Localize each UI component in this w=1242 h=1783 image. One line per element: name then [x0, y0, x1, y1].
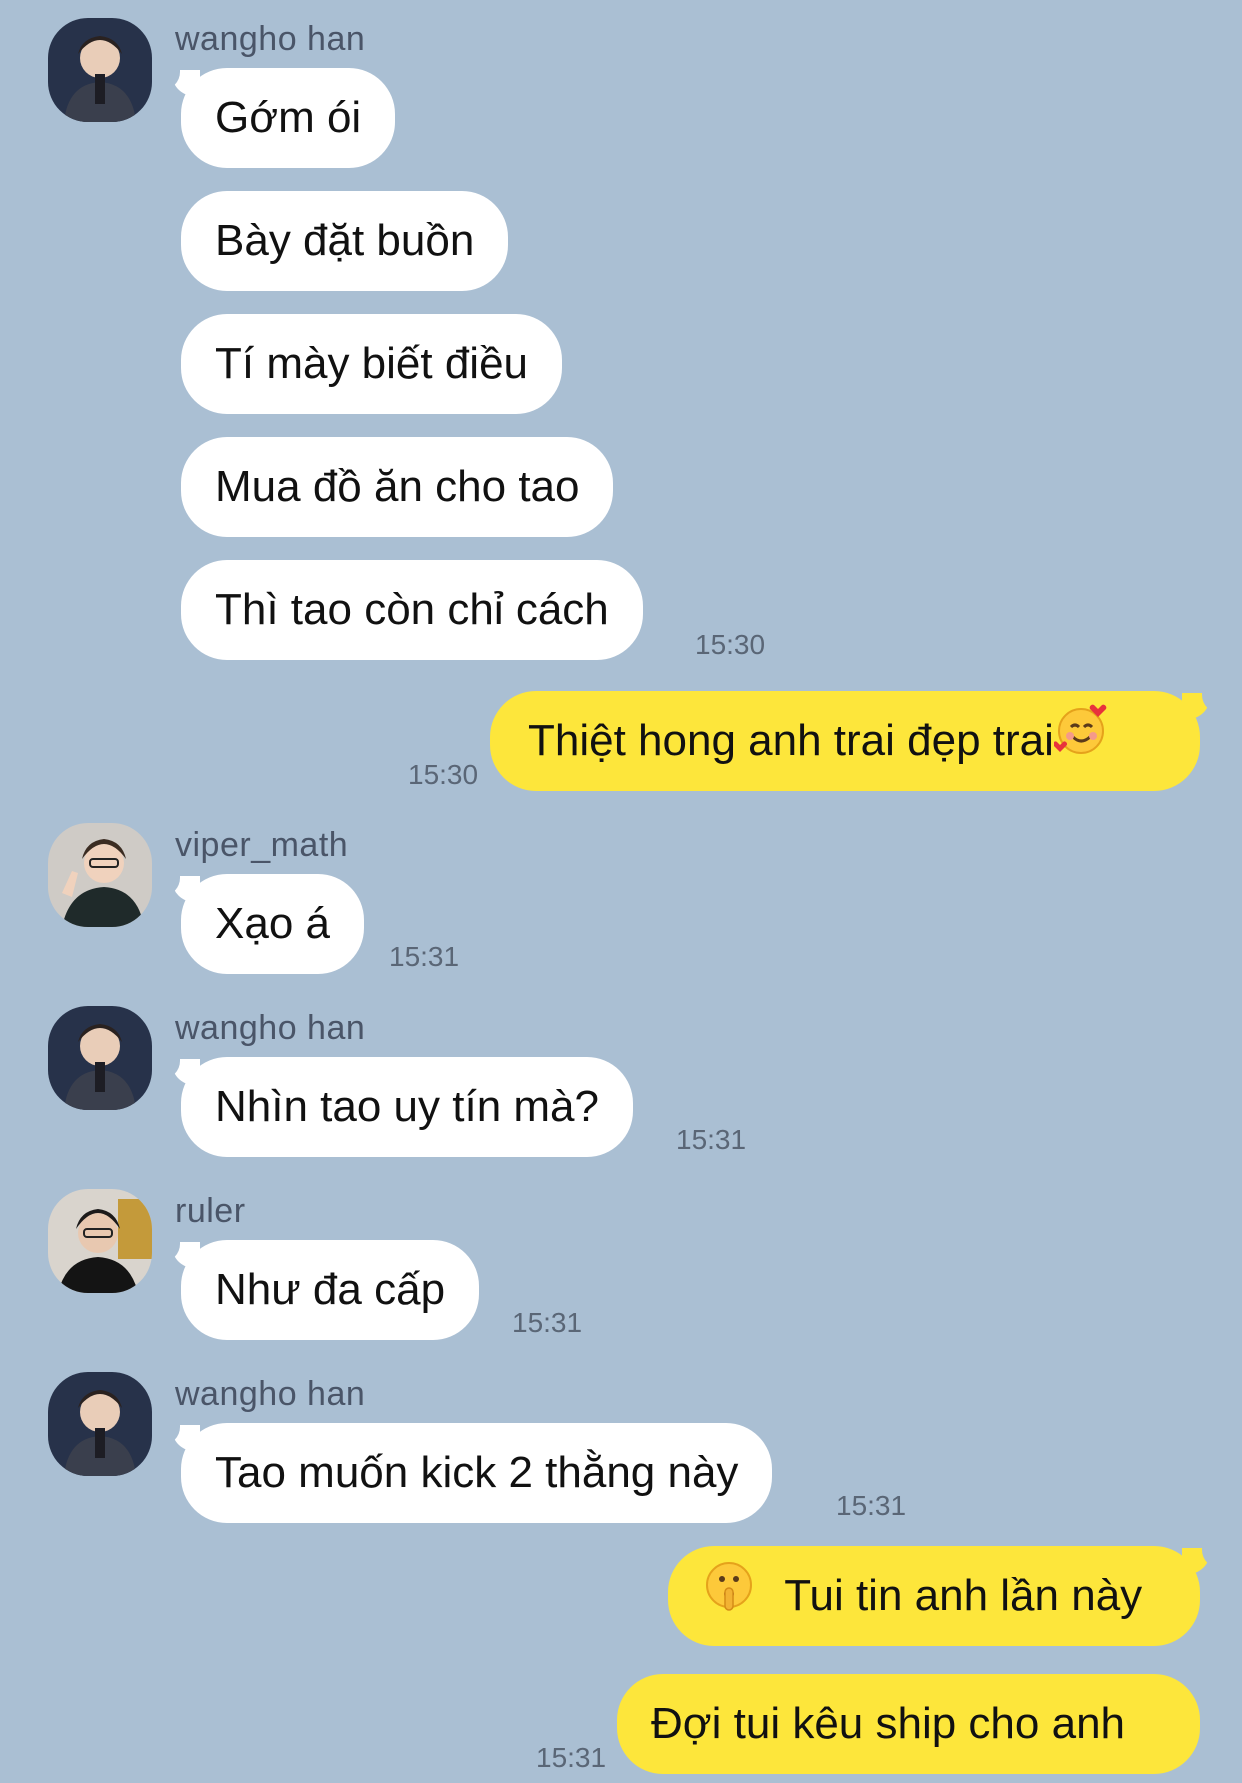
avatar-wangho-han[interactable]	[48, 1372, 152, 1476]
wangho-avatar-icon	[48, 18, 152, 122]
sender-name: wangho han	[175, 1375, 366, 1413]
message-text: Tui tin anh lần này	[784, 1571, 1143, 1620]
avatar-viper-math[interactable]	[48, 823, 152, 927]
bubble-tail	[1182, 687, 1224, 719]
bubble-tail	[1182, 1542, 1224, 1574]
viper-avatar-icon	[48, 823, 152, 927]
avatar-wangho-han[interactable]	[48, 18, 152, 122]
message-bubble[interactable]: Bày đặt buồn	[181, 191, 509, 291]
message-time: 15:31	[389, 941, 460, 972]
message-text: Thiệt hong anh trai đẹp trai	[528, 716, 1054, 765]
sender-name: ruler	[175, 1192, 246, 1230]
message-time: 15:31	[836, 1490, 907, 1521]
shushing-face-icon	[702, 1548, 756, 1648]
avatar-wangho-han[interactable]	[48, 1006, 152, 1110]
chat-thread: wangho han Gớm ói Bày đặt buồn Tí mày bi…	[0, 0, 1242, 1783]
wangho-avatar-icon	[48, 1006, 152, 1110]
message-time: 15:31	[512, 1307, 583, 1338]
message-bubble[interactable]: Nhìn tao uy tín mà?	[181, 1057, 633, 1157]
ruler-avatar-icon	[48, 1189, 152, 1293]
message-bubble[interactable]: Thì tao còn chỉ cách	[181, 560, 643, 660]
message-bubble[interactable]: Xạo á	[181, 874, 364, 974]
message-bubble[interactable]: Tao muốn kick 2 thằng này	[181, 1423, 773, 1523]
message-time: 15:30	[695, 629, 766, 660]
message-bubble[interactable]: Tí mày biết điều	[181, 314, 563, 414]
message-bubble[interactable]: Mua đồ ăn cho tao	[181, 437, 614, 537]
message-bubble-outgoing[interactable]: Tui tin anh lần này	[668, 1546, 1200, 1646]
message-time: 15:31	[536, 1742, 607, 1773]
smiling-face-with-hearts-icon	[1052, 693, 1108, 793]
wangho-avatar-icon	[48, 1372, 152, 1476]
sender-name: viper_math	[175, 826, 349, 864]
avatar-ruler[interactable]	[48, 1189, 152, 1293]
sender-name: wangho han	[175, 20, 366, 58]
message-time: 15:30	[408, 759, 479, 790]
message-bubble[interactable]: Như đa cấp	[181, 1240, 480, 1340]
message-time: 15:31	[676, 1124, 747, 1155]
sender-name: wangho han	[175, 1009, 366, 1047]
message-bubble-outgoing[interactable]: Đợi tui kêu ship cho anh	[617, 1674, 1200, 1774]
message-bubble[interactable]: Gớm ói	[181, 68, 396, 168]
message-bubble-outgoing[interactable]: Thiệt hong anh trai đẹp trai	[490, 691, 1200, 791]
